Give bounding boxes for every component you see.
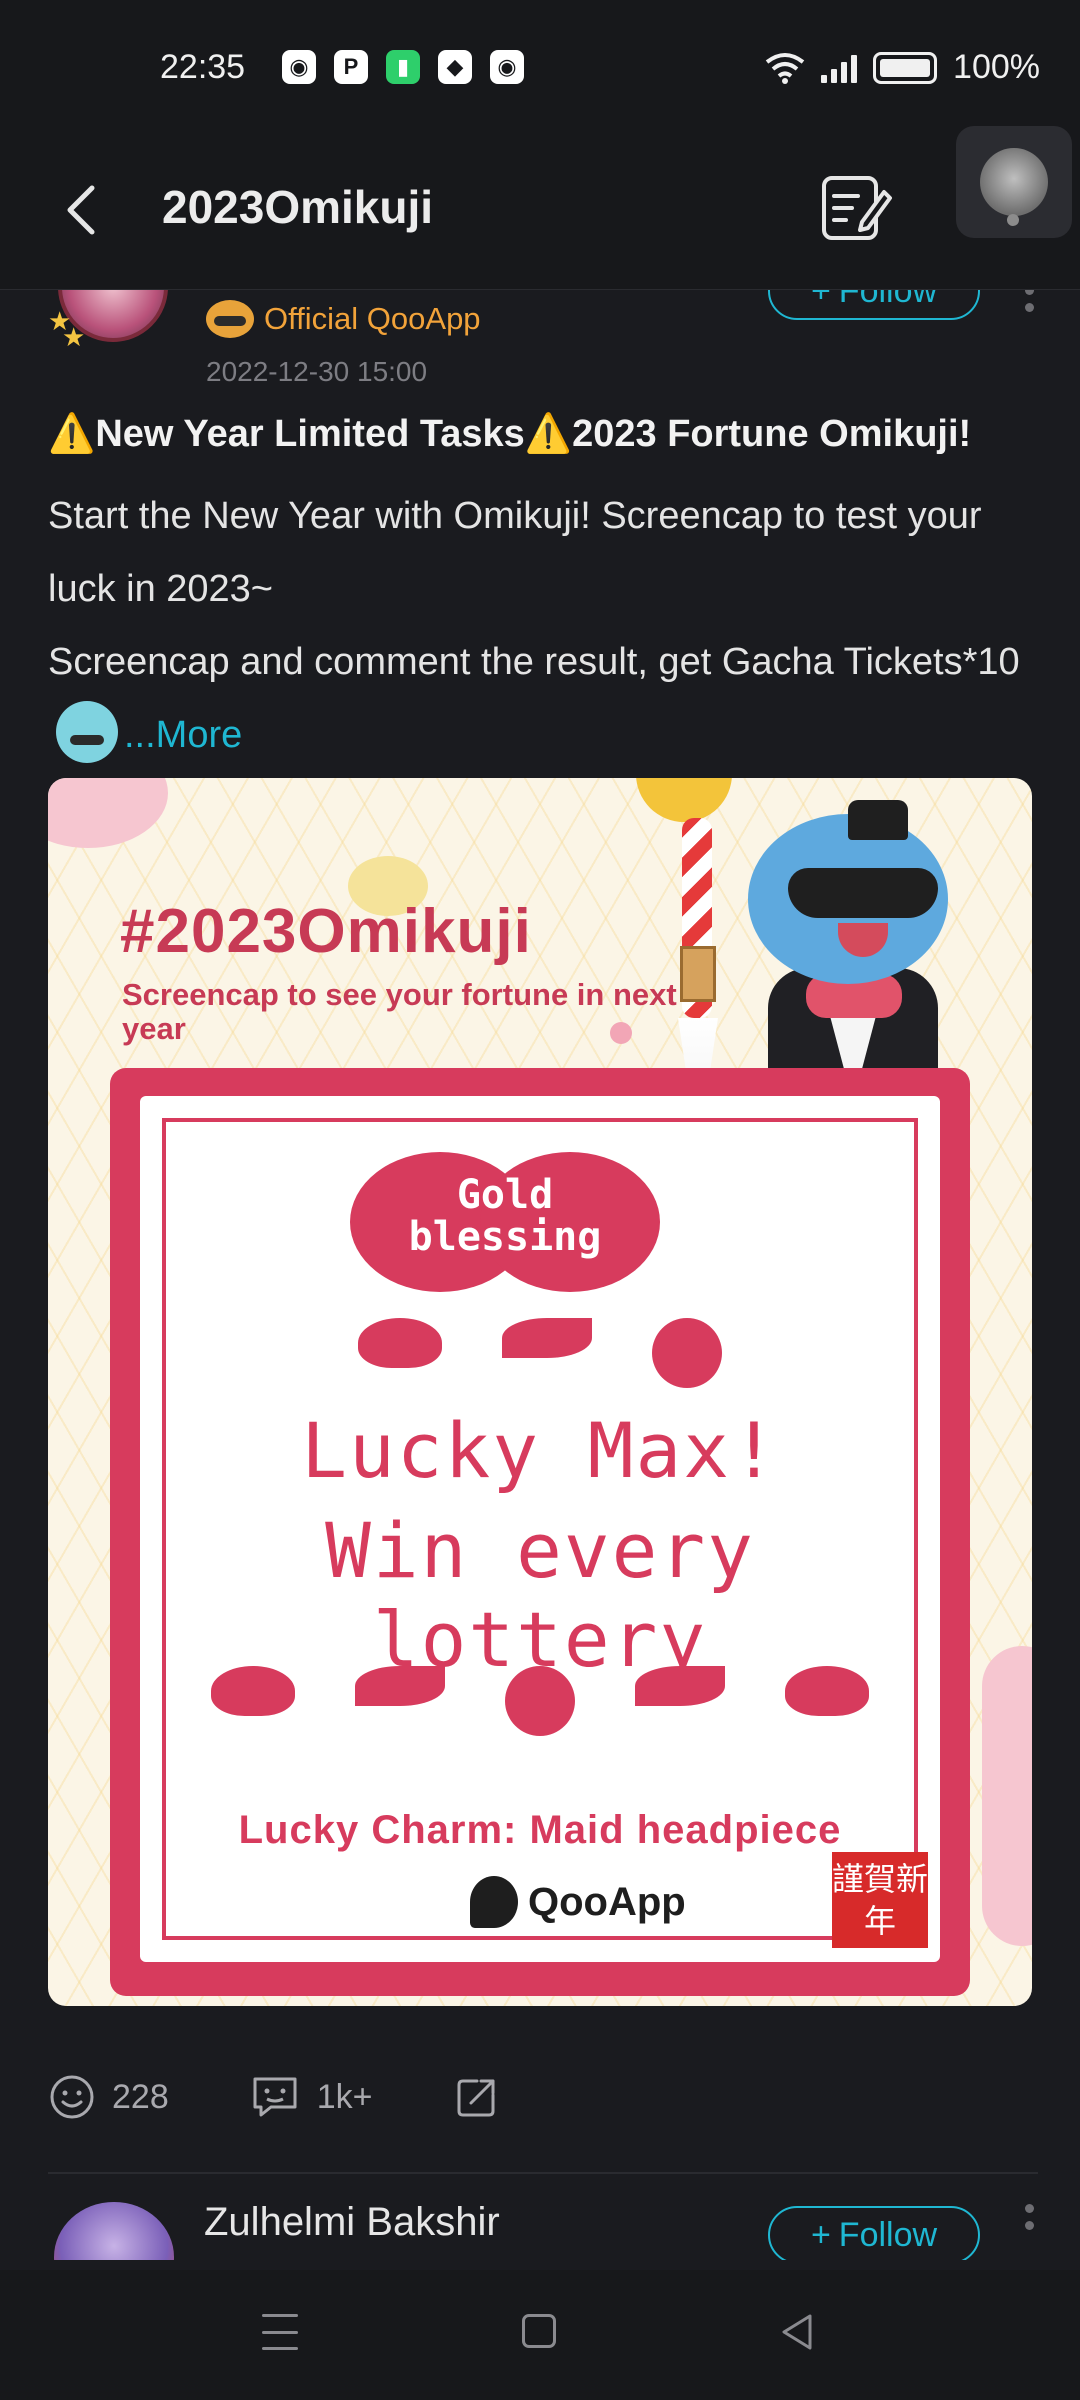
avatar[interactable] bbox=[54, 2202, 174, 2260]
discord-icon: ◉ bbox=[282, 50, 316, 84]
post-body[interactable]: Start the New Year with Omikuji! Screenc… bbox=[48, 480, 1038, 772]
home-square-icon[interactable] bbox=[522, 2314, 556, 2348]
page-title: 2023Omikuji bbox=[162, 181, 434, 233]
next-post: Zulhelmi Bakshir + Follow bbox=[0, 2190, 1080, 2260]
decor-shape bbox=[982, 1646, 1032, 1946]
qooapp-mustache-icon bbox=[206, 300, 254, 338]
status-right: 100% bbox=[765, 48, 1040, 87]
decor-row-bottom bbox=[140, 1666, 940, 1736]
reaction-button[interactable]: 228 bbox=[48, 2073, 169, 2121]
discord-icon: ◉ bbox=[490, 50, 524, 84]
share-icon bbox=[457, 2079, 494, 2117]
post-actions: 228 1k+ bbox=[48, 2062, 1038, 2132]
comment-button[interactable]: 1k+ bbox=[249, 2073, 373, 2121]
post-date: 2022-12-30 15:00 bbox=[206, 356, 428, 387]
comment-icon bbox=[253, 2077, 297, 2117]
qooapp-brand: QooApp bbox=[470, 1876, 686, 1928]
image-hashtag: #2023Omikuji bbox=[120, 897, 532, 966]
plum-flower-icon bbox=[505, 1666, 575, 1736]
qooapp-logo-icon bbox=[470, 1876, 518, 1928]
image-subtitle: Screencap to see your fortune in next ye… bbox=[122, 977, 677, 1046]
fortune-line-2: Win every lottery bbox=[325, 1506, 755, 1684]
plum-flower-icon bbox=[652, 1318, 722, 1388]
flower-bud-icon bbox=[358, 1318, 442, 1368]
follow-label: Follow bbox=[838, 290, 938, 310]
lucky-charm: Lucky Charm: Maid headpiece bbox=[238, 1808, 842, 1852]
follow-label: Follow bbox=[838, 2215, 938, 2254]
mustache-icon bbox=[788, 868, 938, 918]
mustache-emoji-icon bbox=[56, 700, 118, 763]
reaction-count: 228 bbox=[112, 2077, 169, 2116]
recents-menu-icon[interactable] bbox=[262, 2314, 298, 2350]
more-options-icon[interactable] bbox=[1022, 2204, 1036, 2254]
back-arrow-icon[interactable] bbox=[56, 182, 112, 238]
follow-button[interactable]: + Follow bbox=[768, 2206, 980, 2260]
post-line-2: Screencap and comment the result, get Ga… bbox=[48, 626, 1038, 772]
pinterest-icon: P bbox=[334, 50, 368, 84]
leaf-icon bbox=[355, 1666, 445, 1706]
flower-bud-icon bbox=[211, 1666, 295, 1716]
rope-tag bbox=[680, 946, 716, 1002]
wifi-icon bbox=[765, 52, 805, 84]
system-nav-bar bbox=[0, 2270, 1080, 2400]
decor-dot bbox=[610, 1022, 632, 1044]
author-name: Official QooApp bbox=[264, 301, 481, 336]
post-image[interactable]: #2023Omikuji Screencap to see your fortu… bbox=[48, 778, 1032, 2006]
new-year-stamp: 謹賀新年 bbox=[832, 1852, 928, 1948]
more-options-icon[interactable] bbox=[1022, 290, 1036, 316]
battery-percent: 100% bbox=[953, 48, 1040, 86]
flower-bud-icon bbox=[785, 1666, 869, 1716]
fortune-card-inner: Gold blessing Lucky Max! Win every lotte… bbox=[140, 1096, 940, 1962]
blessing-badge: Gold blessing bbox=[350, 1152, 660, 1292]
post-line-1: Start the New Year with Omikuji! Screenc… bbox=[48, 495, 982, 610]
status-bar: 22:35 ◉ P ▮ ◆ ◉ 100% bbox=[0, 0, 1080, 140]
official-badge[interactable]: Official QooApp bbox=[206, 300, 481, 338]
brand-name: QooApp bbox=[528, 1879, 686, 1924]
blessing-text: Gold blessing bbox=[408, 1172, 602, 1260]
assistant-dot bbox=[1007, 214, 1019, 226]
compose-icon[interactable] bbox=[818, 170, 894, 246]
post-title: ⚠️New Year Limited Tasks⚠️2023 Fortune O… bbox=[48, 413, 972, 455]
fortune-card: Gold blessing Lucky Max! Win every lotte… bbox=[110, 1068, 970, 1996]
fortune-line-1: Lucky Max! bbox=[301, 1406, 779, 1495]
post-line-2-text: Screencap and comment the result, get Ga… bbox=[48, 641, 1020, 683]
post: ★ ★ Official QooApp 2022-12-30 15:00 + F… bbox=[0, 290, 1080, 2260]
app-bar: 2023Omikuji bbox=[0, 126, 1080, 290]
leaf-icon bbox=[635, 1666, 725, 1706]
comment-count: 1k+ bbox=[316, 2077, 373, 2116]
floating-assistant-button[interactable] bbox=[956, 126, 1072, 238]
signal-icon bbox=[821, 53, 858, 83]
avatar[interactable]: ★ ★ bbox=[48, 290, 168, 352]
back-triangle-icon[interactable] bbox=[778, 2312, 814, 2352]
status-time: 22:35 bbox=[160, 48, 246, 86]
share-button[interactable] bbox=[453, 2073, 501, 2121]
battery-icon bbox=[873, 51, 938, 84]
username[interactable]: Zulhelmi Bakshir bbox=[204, 2200, 500, 2245]
top-hat-icon bbox=[848, 800, 908, 840]
plus-icon: + bbox=[810, 2215, 831, 2254]
more-link[interactable]: ...More bbox=[124, 714, 242, 756]
smiley-icon bbox=[50, 2075, 94, 2119]
plus-icon: + bbox=[810, 290, 831, 310]
leaf-icon bbox=[502, 1318, 592, 1358]
assistant-knob-icon bbox=[980, 148, 1048, 216]
notification-icons: ◉ P ▮ ◆ ◉ bbox=[282, 50, 524, 84]
star-icon: ★ bbox=[62, 322, 86, 352]
battery-saver-icon: ▮ bbox=[386, 50, 420, 84]
decor-row-top bbox=[140, 1318, 940, 1388]
follow-button[interactable]: + Follow bbox=[768, 290, 980, 320]
divider bbox=[48, 2172, 1038, 2174]
app-icon: ◆ bbox=[438, 50, 472, 84]
